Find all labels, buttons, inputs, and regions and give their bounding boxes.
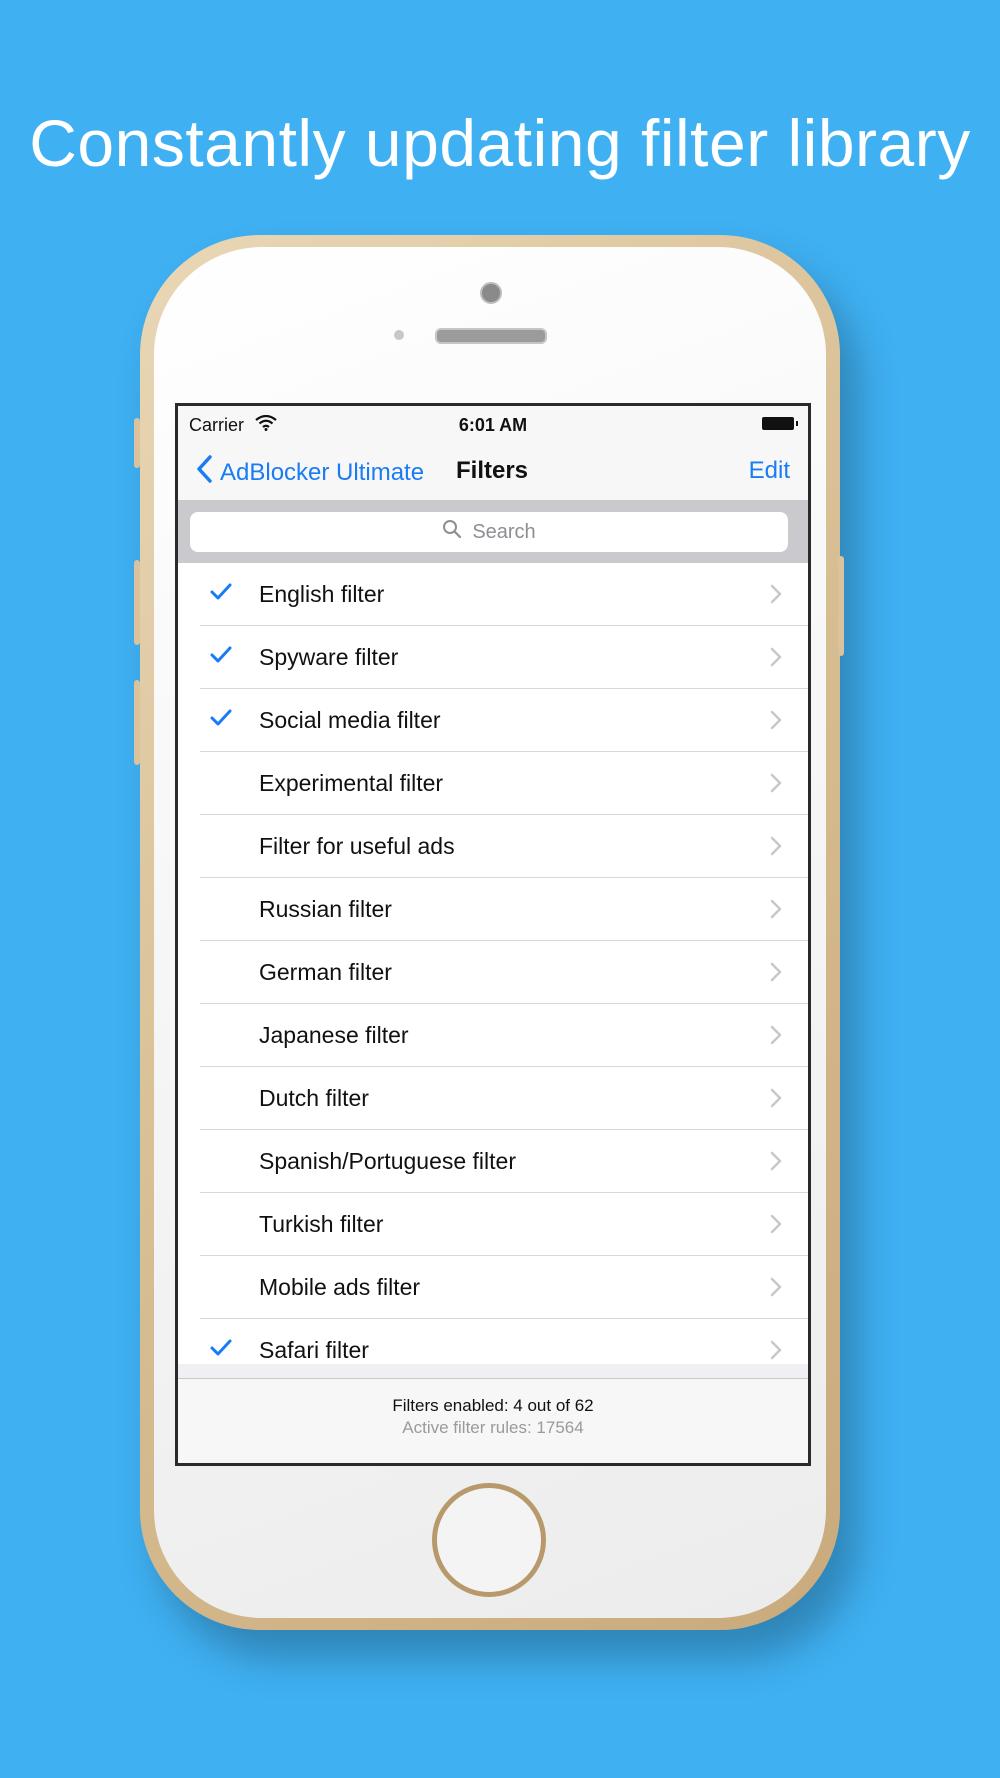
filter-row[interactable]: Filter for useful ads [200,815,808,878]
filter-row[interactable]: Spanish/Portuguese filter [200,1130,808,1193]
chevron-right-icon [770,899,782,924]
filter-row[interactable]: Russian filter [200,878,808,941]
footer-summary: Filters enabled: 4 out of 62 Active filt… [178,1378,808,1463]
chevron-right-icon [770,1214,782,1239]
chevron-right-icon [770,1025,782,1050]
list-bottom-spacer [178,1364,808,1378]
back-button[interactable]: AdBlocker Ultimate [196,455,424,490]
search-icon [442,519,462,545]
search-area: Search [178,501,808,563]
filter-label: Experimental filter [259,770,444,796]
checkmark-icon [210,646,232,669]
filter-row[interactable]: German filter [200,941,808,1004]
filter-label: Dutch filter [259,1085,369,1111]
chevron-right-icon [770,647,782,672]
front-camera [480,282,502,304]
navigation-bar: AdBlocker Ultimate Filters Edit [178,444,808,501]
chevron-right-icon [770,584,782,609]
filter-row[interactable]: Turkish filter [200,1193,808,1256]
volume-up-button [134,560,140,645]
filter-list: English filter Spyware filter Social media… [178,563,808,1381]
chevron-right-icon [770,962,782,987]
power-button [838,556,844,656]
filter-label: Spanish/Portuguese filter [259,1148,516,1174]
filter-row[interactable]: Social media filter [200,689,808,752]
headline: Constantly updating filter library [29,106,971,180]
filter-label: Mobile ads filter [259,1274,421,1300]
chevron-right-icon [770,773,782,798]
filter-label: German filter [259,959,392,985]
chevron-right-icon [770,1088,782,1113]
volume-down-button [134,680,140,765]
checkmark-icon [210,709,232,732]
filters-enabled-count: Filters enabled: 4 out of 62 [392,1396,594,1415]
filter-label: Filter for useful ads [259,833,455,859]
edit-button[interactable]: Edit [749,457,790,485]
active-rules-count: Active filter rules: 17564 [402,1418,584,1437]
filter-row[interactable]: English filter [200,563,808,626]
search-placeholder: Search [472,520,536,543]
filter-label: Russian filter [259,896,392,922]
home-button[interactable] [432,1483,546,1597]
status-time: 6:01 AM [458,415,528,435]
chevron-right-icon [770,1151,782,1176]
filter-label: Safari filter [259,1337,369,1363]
back-button-label: AdBlocker Ultimate [220,458,425,486]
search-input[interactable]: Search [190,512,788,552]
filter-row[interactable]: Spyware filter [200,626,808,689]
filter-label: Social media filter [259,707,441,733]
chevron-right-icon [770,710,782,735]
battery-icon [762,417,798,430]
checkmark-icon [210,583,232,606]
page-title: Filters [456,457,529,484]
checkmark-icon [210,1339,232,1362]
chevron-right-icon [770,836,782,861]
mute-switch [134,418,140,468]
filter-row[interactable]: Japanese filter [200,1004,808,1067]
proximity-sensor [394,330,404,340]
filter-label: Turkish filter [259,1211,384,1237]
filter-row[interactable]: Mobile ads filter [200,1256,808,1319]
phone-screen: Carrier 6:01 AM AdBlocker Ultimate Filte… [175,403,811,1466]
chevron-right-icon [770,1340,782,1365]
status-bar: Carrier 6:01 AM [178,406,808,444]
chevron-right-icon [770,1277,782,1302]
back-chevron-icon [196,455,212,490]
filter-row[interactable]: Dutch filter [200,1067,808,1130]
filter-label: Spyware filter [259,644,399,670]
filter-label: Japanese filter [259,1022,409,1048]
filter-row[interactable]: Experimental filter [200,752,808,815]
filter-label: English filter [259,581,385,607]
earpiece-speaker [435,328,547,344]
